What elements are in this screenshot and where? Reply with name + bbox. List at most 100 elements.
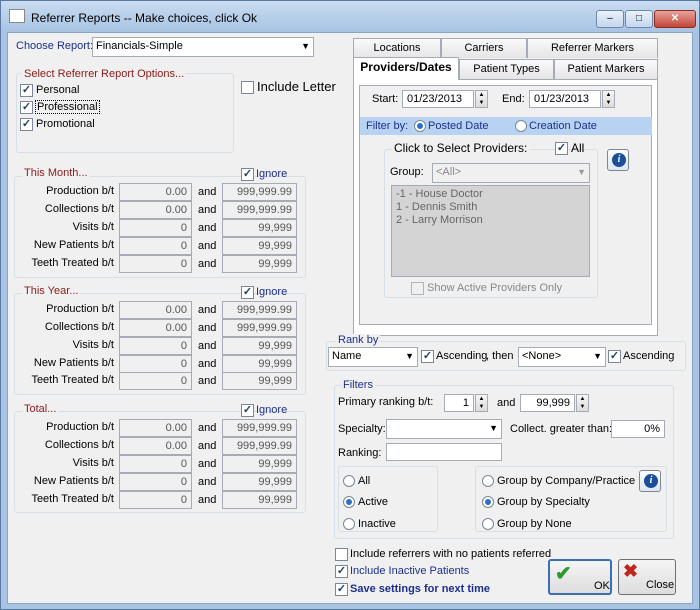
rank-secondary-select[interactable]: <None> ▼	[518, 347, 606, 367]
month-teeth-treated-from[interactable]: 0	[119, 255, 192, 273]
grouping-info-button[interactable]: i	[639, 470, 661, 492]
total-teeth-treated-from[interactable]: 0	[119, 491, 192, 509]
primary-ranking-from-spinner[interactable]: ▲ ▼	[475, 394, 488, 412]
month-new-patients-and: and	[198, 240, 217, 252]
month-collections-from[interactable]: 0.00	[119, 201, 192, 219]
month-production-from[interactable]: 0.00	[119, 183, 192, 201]
month-production-to[interactable]: 999,999.99	[222, 183, 297, 201]
month-ignore-checkbox[interactable]: ✓	[241, 168, 254, 181]
tab-providers-dates[interactable]: Providers/Dates	[353, 57, 459, 80]
status-active-radio[interactable]	[343, 496, 355, 508]
end-date-spinner[interactable]: ▲ ▼	[602, 90, 615, 108]
provider-item[interactable]: 1 - Dennis Smith	[396, 201, 477, 213]
group-by-none-radio[interactable]	[482, 518, 494, 530]
start-date-spinner[interactable]: ▲ ▼	[475, 90, 488, 108]
providers-all-checkbox[interactable]: ✓	[555, 142, 568, 155]
primary-ranking-from[interactable]: 1	[444, 394, 474, 412]
include-no-patients-checkbox[interactable]	[335, 548, 348, 561]
month-visits-from[interactable]: 0	[119, 219, 192, 237]
show-active-providers-label: Show Active Providers Only	[427, 282, 563, 294]
group-by-company-radio[interactable]	[482, 475, 494, 487]
report-options-title: Select Referrer Report Options...	[22, 68, 187, 80]
year-new-patients-label: New Patients b/t	[33, 357, 114, 369]
providers-info-button[interactable]: i	[607, 149, 629, 171]
ranking-field[interactable]	[386, 443, 502, 461]
month-new-patients-to[interactable]: 99,999	[222, 237, 297, 255]
total-new-patients-and: and	[198, 476, 217, 488]
total-collections-and: and	[198, 440, 217, 452]
total-production-from[interactable]: 0.00	[119, 419, 192, 437]
specialty-select[interactable]: ▼	[386, 419, 502, 439]
month-visits-to[interactable]: 99,999	[222, 219, 297, 237]
report-select[interactable]: Financials-Simple ▼	[92, 37, 314, 57]
tab-referrer-markers[interactable]: Referrer Markers	[527, 38, 658, 58]
tab-patient-types[interactable]: Patient Types	[459, 59, 554, 79]
tab-carriers[interactable]: Carriers	[441, 38, 527, 58]
total-teeth-treated-to[interactable]: 99,999	[222, 491, 297, 509]
year-collections-from[interactable]: 0.00	[119, 319, 192, 337]
include-letter-checkbox[interactable]	[241, 81, 254, 94]
total-production-to[interactable]: 999,999.99	[222, 419, 297, 437]
month-teeth-treated-to[interactable]: 99,999	[222, 255, 297, 273]
title-bar[interactable]: Referrer Reports -- Make choices, click …	[1, 1, 699, 31]
month-ignore-label: Ignore	[256, 168, 288, 180]
year-new-patients-from[interactable]: 0	[119, 355, 192, 373]
show-active-providers-checkbox[interactable]	[411, 282, 424, 295]
month-visits-and: and	[198, 222, 217, 234]
total-visits-and: and	[198, 458, 217, 470]
total-new-patients-from[interactable]: 0	[119, 473, 192, 491]
total-collections-to[interactable]: 999,999.99	[222, 437, 297, 455]
year-production-to[interactable]: 999,999.99	[222, 301, 297, 319]
minimize-button[interactable]: –	[596, 10, 624, 28]
total-visits-from[interactable]: 0	[119, 455, 192, 473]
personal-checkbox[interactable]: ✓	[20, 84, 33, 97]
year-teeth-treated-to[interactable]: 99,999	[222, 372, 297, 390]
total-collections-from[interactable]: 0.00	[119, 437, 192, 455]
promotional-checkbox[interactable]: ✓	[20, 118, 33, 131]
close-window-button[interactable]: ✕	[654, 10, 696, 28]
primary-ranking-to-spinner[interactable]: ▲ ▼	[576, 394, 589, 412]
end-date-field[interactable]: 01/23/2013	[529, 90, 601, 108]
year-new-patients-to[interactable]: 99,999	[222, 355, 297, 373]
year-collections-to[interactable]: 999,999.99	[222, 319, 297, 337]
group-by-specialty-radio[interactable]	[482, 496, 494, 508]
primary-ranking-to[interactable]: 99,999	[520, 394, 575, 412]
professional-checkbox[interactable]: ✓	[20, 101, 33, 114]
provider-item[interactable]: -1 - House Doctor	[396, 188, 483, 200]
rank-secondary-ascending-checkbox[interactable]: ✓	[608, 350, 621, 363]
maximize-button[interactable]: □	[625, 10, 653, 28]
creation-date-radio[interactable]	[515, 120, 527, 132]
year-ignore-checkbox[interactable]: ✓	[241, 286, 254, 299]
providers-all-label: All	[571, 141, 585, 155]
provider-item[interactable]: 2 - Larry Morrison	[396, 214, 483, 226]
status-all-radio[interactable]	[343, 475, 355, 487]
group-select[interactable]: <All> ▼	[432, 163, 590, 183]
total-ignore-checkbox[interactable]: ✓	[241, 404, 254, 417]
month-collections-to[interactable]: 999,999.99	[222, 201, 297, 219]
year-ignore-label: Ignore	[256, 286, 288, 298]
tab-locations[interactable]: Locations	[353, 38, 441, 58]
total-new-patients-to[interactable]: 99,999	[222, 473, 297, 491]
close-button[interactable]: ✖ Close	[618, 559, 676, 595]
referrer-reports-window: Referrer Reports -- Make choices, click …	[0, 0, 700, 610]
total-visits-to[interactable]: 99,999	[222, 455, 297, 473]
rank-primary-select[interactable]: Name ▼	[328, 347, 418, 367]
tab-patient-markers[interactable]: Patient Markers	[554, 59, 658, 79]
year-teeth-treated-from[interactable]: 0	[119, 372, 192, 390]
include-inactive-patients-checkbox[interactable]: ✓	[335, 565, 348, 578]
rank-ascending-checkbox[interactable]: ✓	[421, 350, 434, 363]
month-new-patients-from[interactable]: 0	[119, 237, 192, 255]
group-label: Group:	[390, 166, 424, 178]
status-inactive-radio[interactable]	[343, 518, 355, 530]
save-settings-checkbox[interactable]: ✓	[335, 583, 348, 596]
collect-greater-field[interactable]: 0%	[611, 420, 665, 438]
rank-then-label: , then	[486, 350, 514, 362]
start-date-field[interactable]: 01/23/2013	[402, 90, 474, 108]
year-visits-from[interactable]: 0	[119, 337, 192, 355]
include-letter-label: Include Letter	[257, 79, 336, 94]
posted-date-radio[interactable]	[414, 120, 426, 132]
year-production-from[interactable]: 0.00	[119, 301, 192, 319]
ok-button[interactable]: ✔ OK	[548, 559, 612, 595]
year-visits-to[interactable]: 99,999	[222, 337, 297, 355]
providers-list[interactable]: -1 - House Doctor 1 - Dennis Smith 2 - L…	[391, 185, 590, 277]
